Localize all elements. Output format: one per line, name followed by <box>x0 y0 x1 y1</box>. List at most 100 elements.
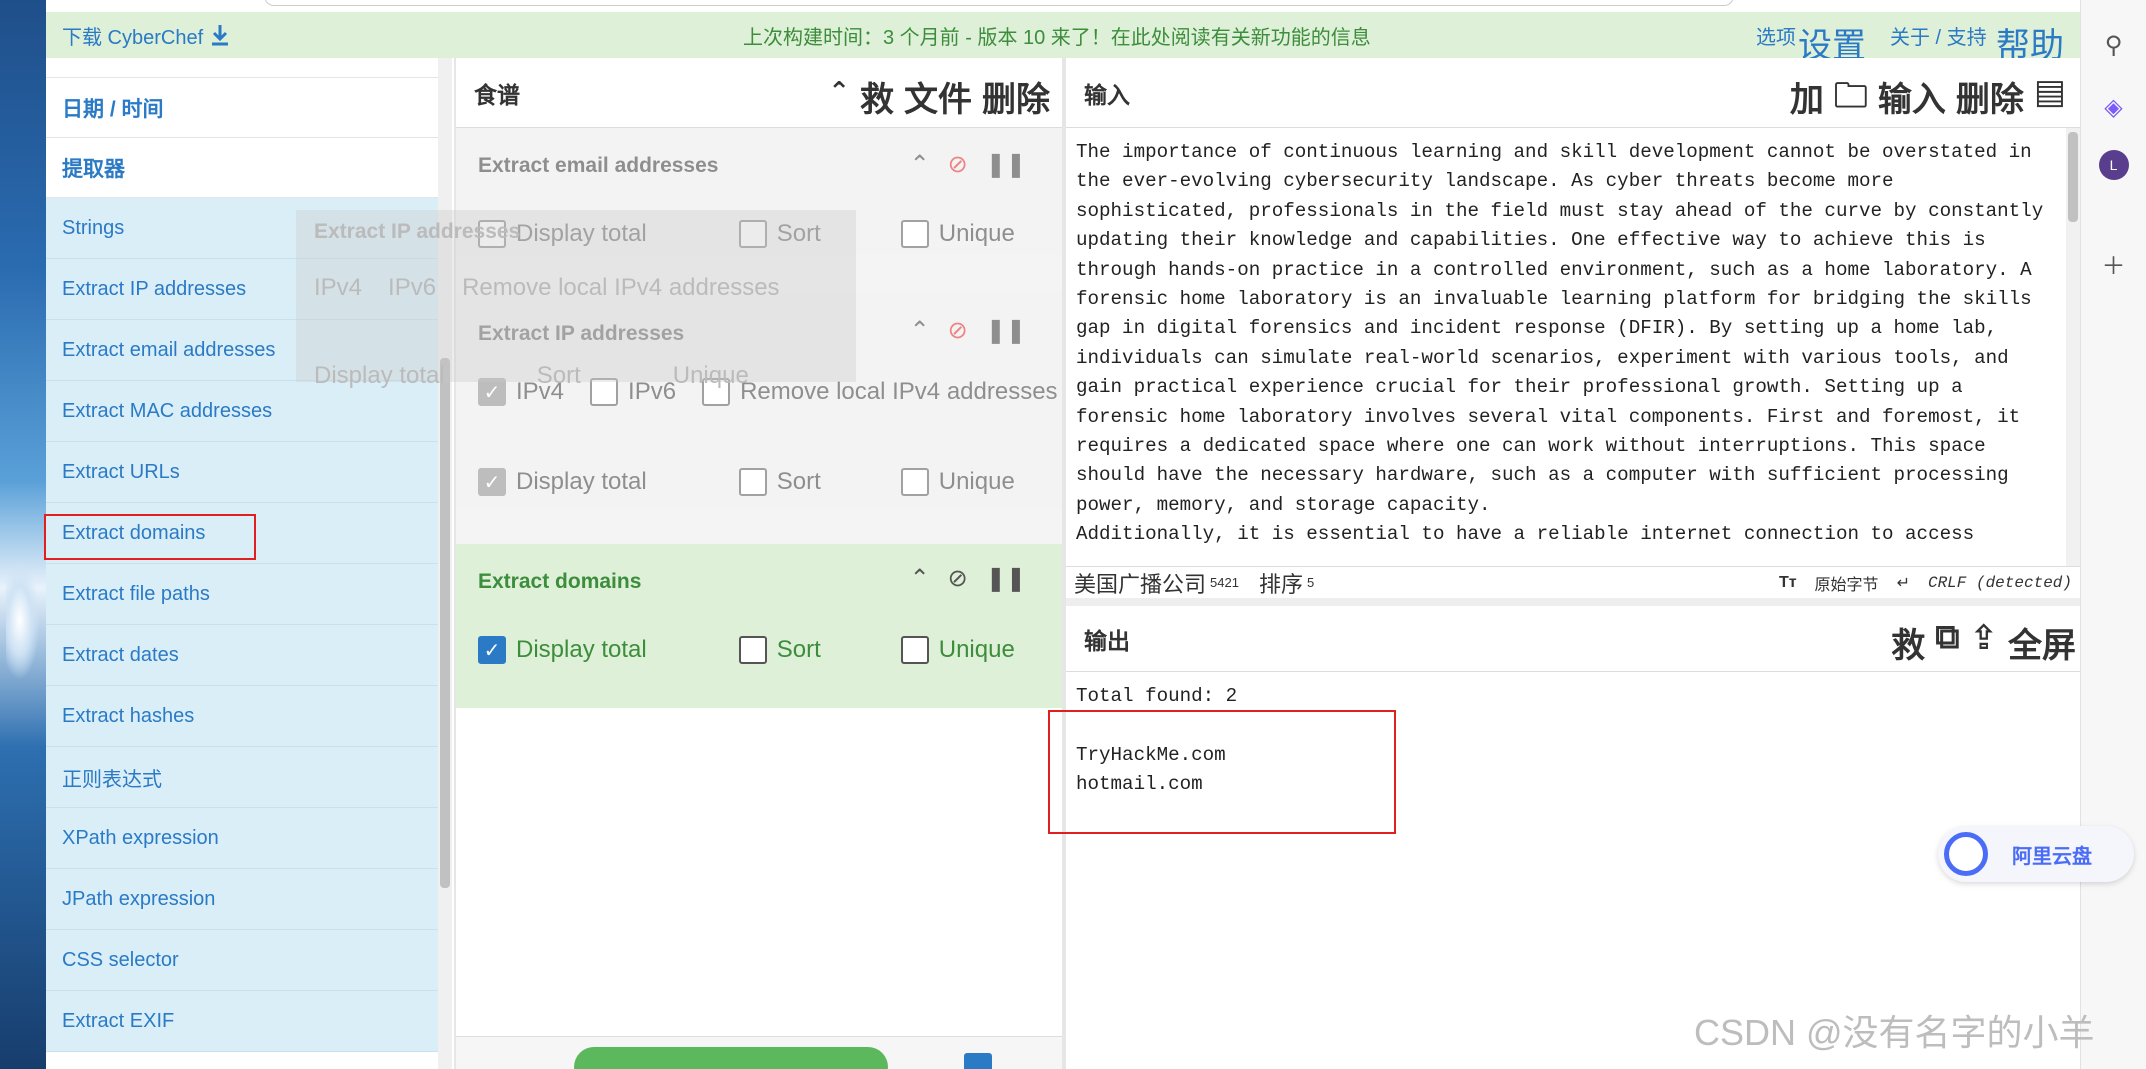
chevron-up-icon[interactable]: ⌃ <box>910 564 930 593</box>
disable-icon[interactable]: ⊘ <box>948 150 968 179</box>
op-extract-file-paths[interactable]: Extract file paths <box>46 564 438 625</box>
aliyun-logo-icon <box>1944 832 1988 876</box>
input-textarea[interactable]: The importance of continuous learning an… <box>1076 138 2056 550</box>
option-label: Display total <box>516 636 647 663</box>
option-remove-local-ipv4[interactable]: Remove local IPv4 addresses <box>702 378 1058 406</box>
option-label: Remove local IPv4 addresses <box>740 378 1058 405</box>
checkbox[interactable] <box>738 468 767 496</box>
input-scroll-thumb[interactable] <box>2068 132 2078 222</box>
copilot-icon[interactable]: ◈ <box>2099 92 2129 122</box>
lines-value: 5 <box>1306 575 1315 590</box>
download-icon <box>212 25 229 46</box>
op-xpath[interactable]: XPath expression <box>46 808 438 869</box>
op-extract-dates[interactable]: Extract dates <box>46 625 438 686</box>
option-display-total[interactable]: ✓ Display total <box>478 468 647 496</box>
pause-icon[interactable]: ❚❚ <box>986 564 1026 593</box>
chevron-up-icon[interactable]: ⌃ <box>910 150 930 179</box>
save-recipe-button[interactable]: 救 <box>860 72 894 121</box>
op-css-selector[interactable]: CSS selector <box>46 930 438 991</box>
op-regex[interactable]: 正则表达式 <box>46 747 438 808</box>
option-display-total[interactable]: ✓ Display total <box>478 636 647 664</box>
add-icon[interactable]: ＋ <box>2099 248 2129 280</box>
checkbox[interactable] <box>900 220 929 248</box>
pause-icon[interactable]: ❚❚ <box>986 150 1026 179</box>
option-sort[interactable]: Sort <box>738 636 821 664</box>
ghost-unique: Unique <box>672 362 749 389</box>
input-scrollbar[interactable] <box>2066 128 2080 628</box>
input-panel: 输入 加 🗀 输入 删除 ▤ The importance of continu… <box>1066 58 2080 628</box>
about-link[interactable]: 关于 / 支持 <box>1890 21 1987 50</box>
option-unique[interactable]: Unique <box>900 220 1015 248</box>
address-bar[interactable] <box>264 0 1734 6</box>
pause-icon[interactable]: ❚❚ <box>986 316 1026 345</box>
download-link[interactable]: 下载 CyberChef <box>62 21 231 50</box>
recipe-header: 食谱 ⌃ 救 文件 删除 <box>456 58 1062 128</box>
op-extract-hashes[interactable]: Extract hashes <box>46 686 438 747</box>
option-unique[interactable]: Unique <box>900 636 1015 664</box>
copy-icon[interactable]: ⧉ <box>1935 618 1959 667</box>
category-extractors[interactable]: 提取器 <box>46 138 438 198</box>
fullscreen-button[interactable]: 全屏 <box>2008 618 2076 667</box>
checkbox[interactable] <box>900 636 929 664</box>
output-header: 输出 救 ⧉ ⇪ 全屏 <box>1066 606 2080 672</box>
bake-button[interactable] <box>574 1047 888 1069</box>
eol-selector[interactable]: CRLF (detected) <box>1928 574 2072 592</box>
encoding-selector[interactable]: 原始字节 <box>1815 571 1879 595</box>
io-splitter[interactable] <box>1066 598 2080 606</box>
output-title: 输出 <box>1084 627 1130 654</box>
op-extract-urls[interactable]: Extract URLs <box>46 442 438 503</box>
download-label: 下载 CyberChef <box>62 26 204 49</box>
category-datetime[interactable]: 日期 / 时间 <box>46 78 438 138</box>
checkbox[interactable]: ✓ <box>478 468 506 496</box>
checkbox[interactable] <box>738 636 767 664</box>
highlight-extract-domains <box>44 514 256 560</box>
folder-icon[interactable]: 🗀 <box>1834 72 1868 129</box>
ghost-ipv6: IPv6 <box>388 274 437 301</box>
option-label: Sort <box>776 468 821 495</box>
disable-icon[interactable]: ⊘ <box>948 316 968 345</box>
build-message[interactable]: 上次构建时间：3 个月前 - 版本 10 来了！在此处阅读有关新功能的信息 <box>743 21 1371 50</box>
ghost-sort: Sort <box>536 362 581 389</box>
ghost-title: Extract IP addresses <box>314 220 521 243</box>
aliyun-label: 阿里云盘 <box>2012 845 2092 868</box>
operations-scroll-thumb[interactable] <box>440 358 450 888</box>
add-input-button[interactable]: 加 <box>1790 72 1824 129</box>
top-banner: 下载 CyberChef 上次构建时间：3 个月前 - 版本 10 来了！在此处… <box>46 12 2080 65</box>
layout-icon[interactable]: ▤ <box>2034 72 2066 129</box>
eol-icon: ↵ <box>1896 574 1910 592</box>
chevron-up-icon[interactable]: ⌃ <box>910 316 930 345</box>
browser-sidebar: ⚲ ◈ L ＋ <box>2080 0 2146 1069</box>
load-recipe-button[interactable]: 文件 <box>904 72 972 121</box>
collapse-icon[interactable]: ⌃ <box>828 76 850 121</box>
recipe-op-title: Extract domains <box>478 570 642 593</box>
recipe-op-extract-domains[interactable]: Extract domains ⌃ ⊘ ❚❚ ✓ Display total So… <box>456 544 1062 708</box>
ghost-remove-local: Remove local IPv4 addresses <box>462 274 780 301</box>
op-extract-exif[interactable]: Extract EXIF <box>46 991 438 1052</box>
option-unique[interactable]: Unique <box>900 468 1015 496</box>
option-label: Sort <box>776 636 821 663</box>
save-output-button[interactable]: 救 <box>1891 618 1925 667</box>
bake-area <box>456 1036 1062 1069</box>
disable-icon[interactable]: ⊘ <box>948 564 968 593</box>
aliyun-drive-button[interactable]: 阿里云盘 <box>1938 826 2134 882</box>
options-link[interactable]: 选项 <box>1756 21 1796 50</box>
option-label: Unique <box>938 468 1015 495</box>
replace-input-icon[interactable]: ⇪ <box>1970 618 1999 667</box>
watermark: CSDN @没有名字的小羊 <box>1694 1012 2095 1053</box>
checkbox[interactable] <box>900 468 929 496</box>
search-icon[interactable]: ⚲ <box>2099 30 2129 60</box>
clear-input-button[interactable]: 删除 <box>1956 72 2024 129</box>
clear-recipe-button[interactable]: 删除 <box>982 72 1050 121</box>
avatar[interactable]: L <box>2098 150 2129 180</box>
auto-bake-checkbox[interactable] <box>964 1053 992 1069</box>
option-sort[interactable]: Sort <box>738 468 821 496</box>
desktop-wallpaper <box>0 0 46 1069</box>
ghost-ipv4: IPv4 <box>314 274 363 301</box>
length-value: 5421 <box>1210 575 1239 590</box>
op-extract-mac[interactable]: Extract MAC addresses <box>46 381 438 442</box>
input-status-bar: 美国广播公司 5421 排序 5 Tт 原始字节 ↵ CRLF (detecte… <box>1066 566 2080 598</box>
open-input-button[interactable]: 输入 <box>1878 72 1946 129</box>
checkbox[interactable]: ✓ <box>478 636 506 664</box>
op-jpath[interactable]: JPath expression <box>46 869 438 930</box>
text-size-icon: Tт <box>1778 573 1797 591</box>
